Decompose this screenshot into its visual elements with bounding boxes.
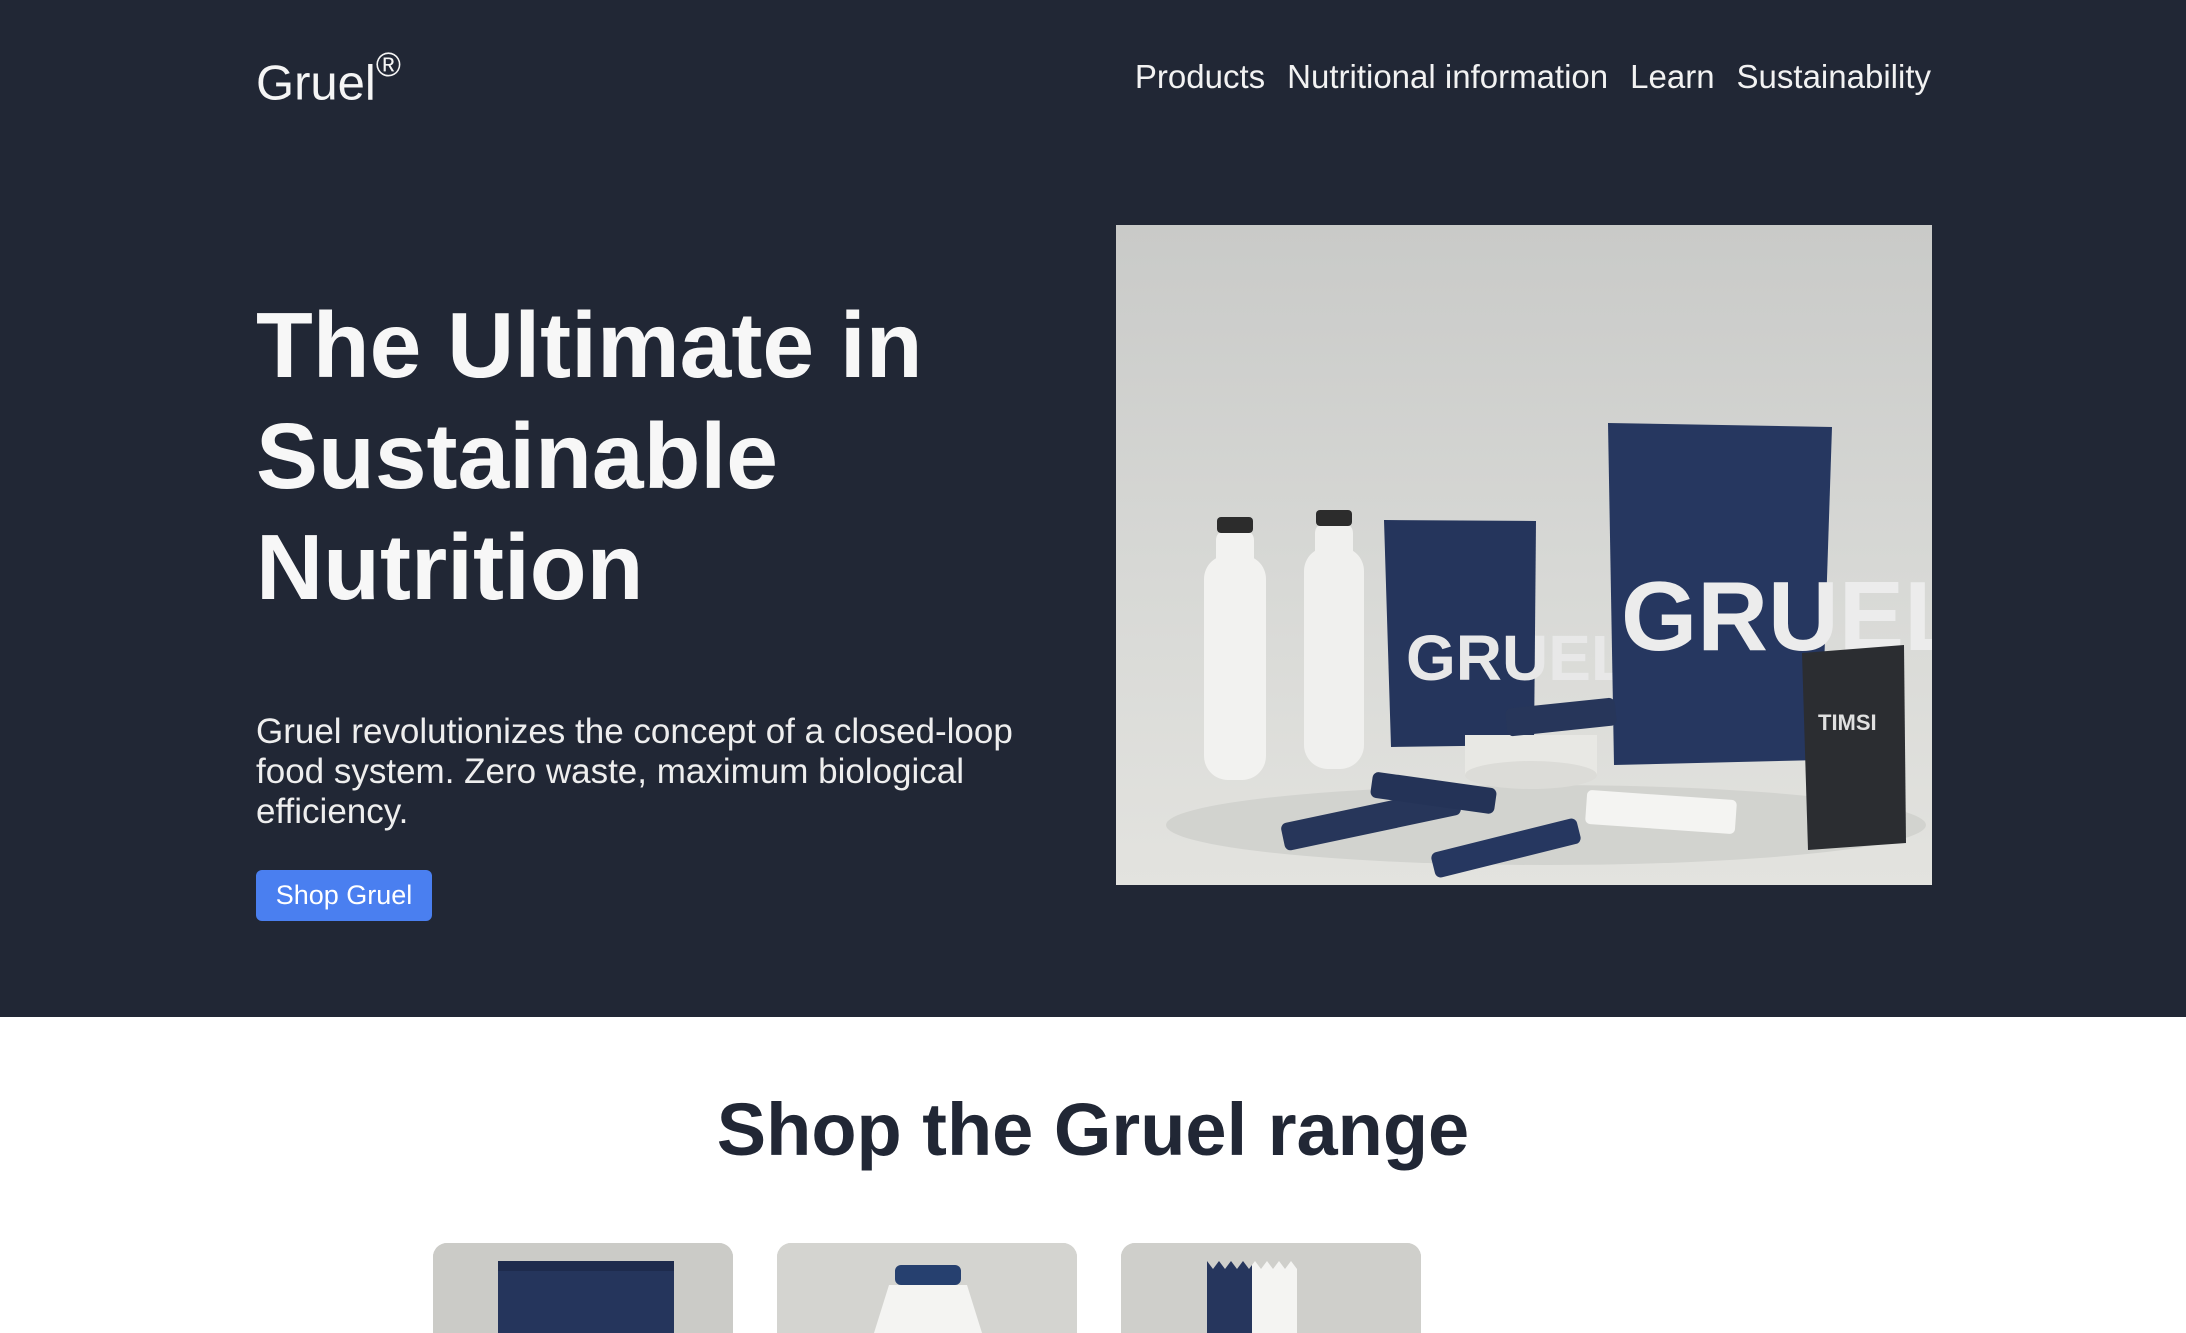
nav-link-nutritional-information[interactable]: Nutritional information [1287,58,1608,96]
nav-link-learn[interactable]: Learn [1630,58,1714,96]
pouch-medium-label: GRUEL [1406,622,1630,694]
product-photo-illustration: GRUEL GRUEL TIMSI [1166,423,1932,878]
brand-logo[interactable]: Gruel® [256,46,401,111]
pouch-black-label: TIMSI [1818,710,1877,735]
main-nav: Products Nutritional information Learn S… [1135,58,1931,96]
product-range-section: Shop the Gruel range [0,1017,2186,1333]
nav-link-sustainability[interactable]: Sustainability [1737,58,1931,96]
bar-photo [1121,1243,1421,1333]
range-title: Shop the Gruel range [716,1088,1470,1171]
pouch-photo [433,1243,733,1333]
bottle-photo [777,1243,1077,1333]
bottle-left [1204,517,1266,780]
product-card-pouch[interactable] [433,1243,733,1333]
nav-link-products[interactable]: Products [1135,58,1265,96]
registered-mark: ® [375,46,401,84]
product-card-bottle[interactable] [777,1243,1077,1333]
hero-description: Gruel revolutionizes the concept of a cl… [256,712,1013,831]
bowl [1465,735,1597,789]
shop-gruel-button[interactable]: Shop Gruel [256,870,432,921]
product-card-bar[interactable] [1121,1243,1421,1333]
hero-section: Gruel® Products Nutritional information … [0,0,2186,1017]
hero-product-image: GRUEL GRUEL TIMSI [1116,225,1932,885]
brand-name: Gruel [256,56,376,111]
hero-headline: The Ultimate in Sustainable Nutrition [256,293,923,619]
pouch-black: TIMSI [1802,645,1906,850]
bottle-right [1304,510,1364,769]
